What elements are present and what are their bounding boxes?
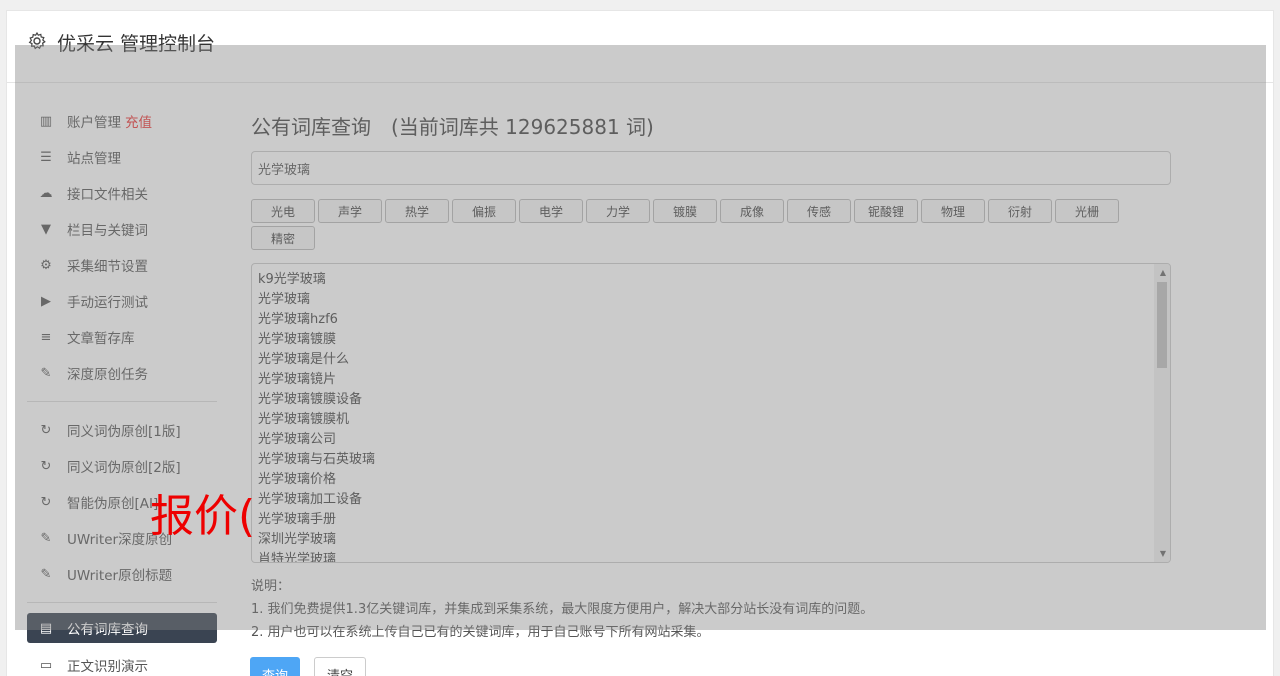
category-tag[interactable]: 力学 [586, 199, 650, 223]
monitor-icon: ▭ [39, 657, 53, 673]
query-button[interactable]: 查询 [250, 657, 301, 676]
page-title: 公有词库查询 (当前词库共 129625881 词) [251, 111, 1171, 141]
top-bar: 优采云 管理控制台 [7, 11, 1273, 83]
sidebar-item-label: 手动运行测试 [67, 295, 148, 311]
edit-icon: ✎ [40, 566, 52, 582]
sidebar-item[interactable]: ✎ 深度原创任务 [27, 355, 217, 391]
sidebar-item-label: 文章暂存库 [67, 331, 135, 347]
list-item[interactable]: 深圳光学玻璃 [258, 530, 1164, 550]
sidebar-item[interactable]: ☁ 接口文件相关 [27, 175, 217, 211]
sidebar-item[interactable]: ▥ 账户管理 充值 [27, 103, 217, 139]
sidebar-item-label: 站点管理 [67, 151, 121, 167]
category-tag[interactable]: 精密 [251, 226, 315, 250]
category-tag[interactable]: 成像 [720, 199, 784, 223]
dictionary-count: (当前词库共 129625881 词) [391, 115, 654, 139]
bar-chart-icon: ▥ [39, 113, 53, 129]
filter-icon: ▼ [41, 221, 51, 237]
sidebar-item-label: 智能伪原创[AI] [67, 496, 159, 512]
sidebar-item[interactable]: ✎ UWriter原创标题 [27, 556, 217, 592]
refresh-icon: ↻ [40, 422, 52, 438]
sidebar-item-label: 接口文件相关 [67, 187, 148, 203]
sidebar-item-label: 同义词伪原创[1版] [67, 424, 181, 440]
sidebar-divider [27, 602, 217, 603]
sidebar-item-label: 公有词库查询 [67, 622, 148, 638]
scroll-down-icon[interactable]: ▼ [1160, 549, 1166, 558]
results-list[interactable]: k9光学玻璃 光学玻璃 光学玻璃hzf6 光学玻璃镀膜 光学玻璃是什么 光学玻璃镜片 光学玻… [251, 263, 1171, 563]
action-buttons: 查询 清空 [250, 657, 367, 676]
list-item[interactable]: k9光学玻璃 [258, 270, 1164, 290]
sidebar-item[interactable]: ▶ 手动运行测试 [27, 283, 217, 319]
keyword-search-input[interactable]: 光学玻璃 [251, 151, 1171, 185]
scrollbar[interactable]: ▲ ▼ [1154, 264, 1170, 562]
sidebar-item[interactable]: ↻ 同义词伪原创[1版] [27, 412, 217, 448]
list-item[interactable]: 肖特光学玻璃 [258, 550, 1164, 562]
page-title-text: 公有词库查询 [251, 115, 371, 139]
watermark-text: 报价( [150, 491, 256, 542]
sidebar-item-label: 采集细节设置 [67, 259, 148, 275]
gear-icon[interactable] [27, 31, 47, 51]
database-icon: ≡ [40, 329, 52, 345]
category-tag[interactable]: 传感 [787, 199, 851, 223]
notes-title: 说明： [251, 579, 291, 594]
list-item[interactable]: 光学玻璃镜片 [258, 370, 1164, 390]
console-window: 优采云 管理控制台 ▥ 账户管理 充值 ☰ 站点管理 ☁ 接口文件相关 ▼ 栏目与关键词 ⚙ 采集细… [6, 10, 1274, 676]
sidebar-divider [27, 401, 217, 402]
list-item[interactable]: 光学玻璃加工设备 [258, 490, 1164, 510]
list-item[interactable]: 光学玻璃 [258, 290, 1164, 310]
list-item[interactable]: 光学玻璃与石英玻璃 [258, 450, 1164, 470]
sidebar-item[interactable]: ▭ 正文识别演示 [27, 647, 217, 676]
note-line: 2. 用户也可以在系统上传自己已有的关键词库，用于自己账号下所有网站采集。 [251, 625, 710, 640]
sidebar-item[interactable]: ▼ 栏目与关键词 [27, 211, 217, 247]
list-item[interactable]: 光学玻璃是什么 [258, 350, 1164, 370]
recharge-link[interactable]: 充值 [125, 111, 152, 131]
list-item[interactable]: 光学玻璃价格 [258, 470, 1164, 490]
app-title: 优采云 管理控制台 [57, 33, 216, 55]
sidebar-item-label: UWriter原创标题 [67, 568, 173, 584]
book-icon: ▤ [39, 620, 53, 636]
clear-button[interactable]: 清空 [314, 657, 367, 676]
sidebar-item-label: 正文识别演示 [67, 659, 148, 675]
category-tag[interactable]: 声学 [318, 199, 382, 223]
sidebar: ▥ 账户管理 充值 ☰ 站点管理 ☁ 接口文件相关 ▼ 栏目与关键词 ⚙ 采集细节设置 ▶ 手动运行测试… [27, 103, 217, 676]
scroll-up-icon[interactable]: ▲ [1160, 268, 1166, 277]
list-item[interactable]: 光学玻璃公司 [258, 430, 1164, 450]
main-content: 公有词库查询 (当前词库共 129625881 词) 光学玻璃 光电 声学 热学 偏振电… [251, 111, 1171, 644]
category-tag[interactable]: 物理 [921, 199, 985, 223]
sidebar-item[interactable]: ≡ 文章暂存库 [27, 319, 217, 355]
gears-icon: ⚙ [40, 257, 52, 273]
category-tag[interactable]: 光电 [251, 199, 315, 223]
sidebar-item-label: 同义词伪原创[2版] [67, 460, 181, 476]
server-icon: ☰ [40, 149, 52, 165]
category-tag[interactable]: 铌酸锂 [854, 199, 918, 223]
notes: 说明： 1. 我们免费提供1.3亿关键词库，并集成到采集系统，最大限度方便用户，… [251, 575, 1171, 644]
sidebar-item-label: 深度原创任务 [67, 367, 148, 383]
list-item[interactable]: 光学玻璃镀膜设备 [258, 390, 1164, 410]
edit-icon: ✎ [40, 365, 52, 381]
category-tag[interactable]: 偏振 [452, 199, 516, 223]
category-tag[interactable]: 镀膜 [653, 199, 717, 223]
play-circle-icon: ▶ [41, 293, 51, 309]
list-item[interactable]: 光学玻璃手册 [258, 510, 1164, 530]
refresh-icon: ↻ [40, 458, 52, 474]
list-item[interactable]: 光学玻璃镀膜 [258, 330, 1164, 350]
category-tags: 光电 声学 热学 偏振 电学 力学 镀膜 成像 传感 铌酸锂 物理 衍射 光栅精密 [251, 199, 1131, 253]
sidebar-item[interactable]: ▤ 公有词库查询 [27, 613, 217, 643]
cloud-upload-icon: ☁ [39, 185, 53, 201]
category-tag[interactable]: 电学 [519, 199, 583, 223]
sidebar-item-label: 账户管理 [67, 115, 121, 131]
scroll-thumb[interactable] [1157, 282, 1167, 368]
note-line: 1. 我们免费提供1.3亿关键词库，并集成到采集系统，最大限度方便用户，解决大部… [251, 602, 874, 617]
refresh-icon: ↻ [40, 494, 52, 510]
list-item[interactable]: 光学玻璃hzf6 [258, 310, 1164, 330]
category-tag[interactable]: 热学 [385, 199, 449, 223]
list-item[interactable]: 光学玻璃镀膜机 [258, 410, 1164, 430]
edit-icon: ✎ [40, 530, 52, 546]
sidebar-item[interactable]: ↻ 同义词伪原创[2版] [27, 448, 217, 484]
category-tag[interactable]: 衍射 [988, 199, 1052, 223]
sidebar-item[interactable]: ⚙ 采集细节设置 [27, 247, 217, 283]
category-tag[interactable]: 光栅 [1055, 199, 1119, 223]
sidebar-item[interactable]: ☰ 站点管理 [27, 139, 217, 175]
sidebar-item-label: 栏目与关键词 [67, 223, 148, 239]
